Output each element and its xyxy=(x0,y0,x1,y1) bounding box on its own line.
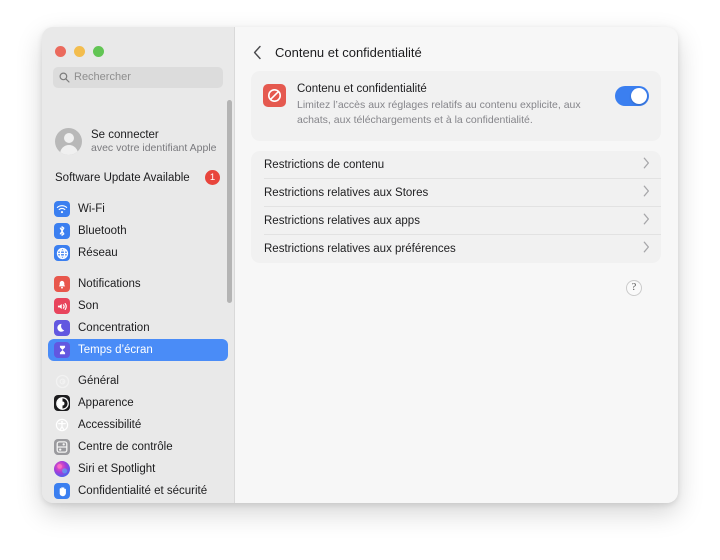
system-settings-window: Rechercher Se connecter avec votre ident… xyxy=(42,27,678,503)
sidebar-item-software-update[interactable]: Software Update Available 1 xyxy=(42,165,234,189)
account-title: Se connecter xyxy=(91,129,217,141)
page-title: Contenu et confidentialité xyxy=(275,45,422,60)
sidebar-item-concentration[interactable]: Concentration xyxy=(48,317,228,339)
control-center-icon xyxy=(54,439,70,455)
restrictions-list: Restrictions de contenu Restrictions rela… xyxy=(251,151,661,263)
search-placeholder: Rechercher xyxy=(74,72,131,83)
list-item[interactable]: Restrictions relatives aux Stores xyxy=(251,179,661,207)
sidebar-scrollbar[interactable] xyxy=(227,100,232,303)
sidebar-item-bluetooth[interactable]: Bluetooth xyxy=(48,220,228,242)
search-icon xyxy=(59,72,70,83)
help-row: ? xyxy=(251,263,661,296)
help-question-icon[interactable]: ? xyxy=(626,280,642,296)
sidebar-group-2: Général Apparence Accessibilité Centre de c… xyxy=(42,361,234,502)
sidebar-group-1: Notifications Son Concentration Temps d’écr… xyxy=(42,264,234,361)
maximize-window-button[interactable] xyxy=(93,46,104,57)
main-body: Contenu et confidentialité Limitez l’acc… xyxy=(235,65,678,296)
globe-icon xyxy=(54,245,70,261)
switch-knob xyxy=(631,88,647,104)
toggle-card-title: Contenu et confidentialité xyxy=(297,83,604,95)
sidebar-item-label: Général xyxy=(78,375,119,387)
moon-icon xyxy=(54,320,70,336)
chevron-right-icon xyxy=(643,156,650,174)
hourglass-icon xyxy=(54,342,70,358)
sidebar-item-label: Temps d’écran xyxy=(78,344,153,356)
person-avatar-icon xyxy=(55,128,82,155)
sidebar-item-wi-fi[interactable]: Wi-Fi xyxy=(48,198,228,220)
speaker-icon xyxy=(54,298,70,314)
list-item-label: Restrictions de contenu xyxy=(264,159,643,171)
sidebar-item-label: Bluetooth xyxy=(78,225,127,237)
chevron-right-icon xyxy=(643,212,650,230)
list-item[interactable]: Restrictions de contenu xyxy=(251,151,661,179)
sidebar-item-label: Notifications xyxy=(78,278,141,290)
status-badge: 1 xyxy=(205,170,220,185)
sidebar-item-confidentialite-et-securite[interactable]: Confidentialité et sécurité xyxy=(48,480,228,502)
sidebar: Rechercher Se connecter avec votre ident… xyxy=(42,27,235,503)
sidebar-item-label: Centre de contrôle xyxy=(78,441,173,453)
back-button[interactable] xyxy=(249,44,265,62)
sidebar-item-centre-de-controle[interactable]: Centre de contrôle xyxy=(48,436,228,458)
list-item-label: Restrictions relatives aux Stores xyxy=(264,187,643,199)
sidebar-item-temps-decran[interactable]: Temps d’écran xyxy=(48,339,228,361)
main-content: Contenu et confidentialité Contenu et co… xyxy=(235,27,678,503)
search-input[interactable]: Rechercher xyxy=(53,67,223,88)
sidebar-item-label: Siri et Spotlight xyxy=(78,463,155,475)
sidebar-item-general[interactable]: Général xyxy=(48,370,228,392)
sidebar-group-3: Bureau et Dock xyxy=(42,502,234,503)
list-item[interactable]: Restrictions relatives aux préférences xyxy=(251,235,661,263)
sidebar-item-label: Confidentialité et sécurité xyxy=(78,485,207,497)
sidebar-item-label: Accessibilité xyxy=(78,419,141,431)
software-update-label: Software Update Available xyxy=(55,172,205,184)
sidebar-item-label: Concentration xyxy=(78,322,150,334)
main-header: Contenu et confidentialité xyxy=(235,27,678,65)
sidebar-item-reseau[interactable]: Réseau xyxy=(48,242,228,264)
accessibility-icon xyxy=(54,417,70,433)
chevron-right-icon xyxy=(643,184,650,202)
content-privacy-switch[interactable] xyxy=(615,86,649,106)
bluetooth-icon xyxy=(54,223,70,239)
chevron-right-icon xyxy=(643,240,650,258)
desktop-background: Rechercher Se connecter avec votre ident… xyxy=(0,0,720,560)
account-subtitle: avec votre identifiant Apple xyxy=(91,142,217,154)
minimize-window-button[interactable] xyxy=(74,46,85,57)
list-item-label: Restrictions relatives aux préférences xyxy=(264,243,643,255)
list-item[interactable]: Restrictions relatives aux apps xyxy=(251,207,661,235)
bell-icon xyxy=(54,276,70,292)
sidebar-search-wrap: Rechercher xyxy=(42,61,234,88)
toggle-card-description: Limitez l’accès aux réglages relatifs au… xyxy=(297,98,597,128)
sidebar-group-0: Wi-Fi Bluetooth Réseau xyxy=(42,189,234,264)
window-traffic-lights xyxy=(42,27,234,61)
sidebar-item-label: Son xyxy=(78,300,98,312)
sidebar-item-label: Apparence xyxy=(78,397,134,409)
content-privacy-toggle-card: Contenu et confidentialité Limitez l’acc… xyxy=(251,71,661,141)
sidebar-item-siri-et-spotlight[interactable]: Siri et Spotlight xyxy=(48,458,228,480)
list-item-label: Restrictions relatives aux apps xyxy=(264,215,643,227)
sidebar-item-accessibilite[interactable]: Accessibilité xyxy=(48,414,228,436)
chevron-left-icon xyxy=(253,45,262,60)
hand-privacy-icon xyxy=(54,483,70,499)
close-window-button[interactable] xyxy=(55,46,66,57)
sidebar-item-label: Réseau xyxy=(78,247,118,259)
content-privacy-restriction-icon xyxy=(263,84,286,107)
gear-icon xyxy=(54,373,70,389)
sidebar-item-label: Wi-Fi xyxy=(78,203,105,215)
sidebar-item-apple-account[interactable]: Se connecter avec votre identifiant Appl… xyxy=(42,123,234,165)
appearance-icon xyxy=(54,395,70,411)
sidebar-item-son[interactable]: Son xyxy=(48,295,228,317)
sidebar-item-apparence[interactable]: Apparence xyxy=(48,392,228,414)
sidebar-item-notifications[interactable]: Notifications xyxy=(48,273,228,295)
siri-icon xyxy=(54,461,70,477)
sidebar-nav: Wi-Fi Bluetooth Réseau Notifications Son Conc… xyxy=(42,189,234,503)
sidebar-scroll-area: Se connecter avec votre identifiant Appl… xyxy=(42,123,234,503)
wifi-icon xyxy=(54,201,70,217)
